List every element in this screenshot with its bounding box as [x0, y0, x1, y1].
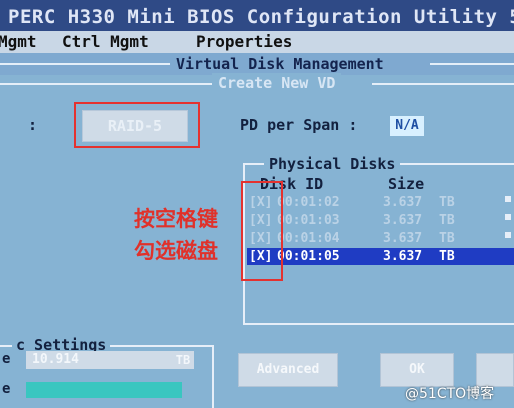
disk-checkbox[interactable]: [X] — [249, 248, 272, 265]
ok-button[interactable]: OK — [380, 353, 454, 387]
disk-size: 3.637 — [383, 231, 423, 246]
disk-size-unit: TB — [439, 213, 455, 228]
cancel-button[interactable] — [476, 353, 514, 387]
vd-name-input[interactable] — [26, 382, 182, 398]
disk-size: 3.637 — [383, 195, 423, 210]
disk-id: 00:01:05 — [277, 249, 340, 264]
disk-size-unit: TB — [439, 231, 455, 246]
vd-size-input[interactable]: 10.914 — [26, 351, 172, 369]
disk-size-unit: TB — [439, 195, 455, 210]
header-rule-right — [430, 63, 514, 65]
annotation-line-2: 勾选磁盘 — [134, 239, 218, 263]
advanced-button[interactable]: Advanced — [238, 353, 338, 387]
section-title: Virtual Disk Management — [170, 53, 390, 75]
disk-id: 00:01:02 — [277, 195, 340, 210]
disk-checkbox[interactable]: [X] — [249, 230, 272, 247]
window-title: PERC H330 Mini BIOS Configuration Utilit… — [8, 6, 514, 28]
create-new-vd-title: Create New VD — [212, 73, 342, 93]
scroll-mark — [505, 196, 511, 202]
size-label: e — [2, 351, 11, 367]
annotation-line-1: 按空格键 — [134, 207, 218, 231]
raid-level-label: : — [28, 116, 38, 134]
column-disk-id: Disk ID — [260, 175, 324, 193]
watermark: @51CTO博客 — [405, 386, 495, 402]
disk-row-selected[interactable]: [X] 00:01:05 3.637 TB — [247, 248, 514, 265]
disk-checkbox[interactable]: [X] — [249, 212, 272, 229]
disk-checkbox[interactable]: [X] — [249, 194, 272, 211]
subheader-rule-left — [0, 83, 212, 85]
menu-bar: Mgmt Ctrl Mgmt Properties — [0, 31, 514, 53]
physical-disks-title: Physical Disks — [264, 154, 401, 174]
name-label: e — [2, 381, 11, 397]
pd-per-span-label: PD per Span : — [240, 116, 358, 134]
disk-size: 3.637 — [383, 249, 423, 264]
menu-item-properties[interactable]: Properties — [196, 31, 292, 53]
disk-size-unit: TB — [439, 249, 455, 264]
scroll-mark — [505, 232, 511, 238]
header-rule-left — [0, 63, 170, 65]
disk-id: 00:01:04 — [277, 231, 340, 246]
disk-row[interactable]: [X] 00:01:03 3.637 TB — [247, 212, 514, 229]
disk-row[interactable]: [X] 00:01:02 3.637 TB — [247, 194, 514, 211]
scrollbar-thumb[interactable] — [500, 250, 514, 264]
menu-item-vd-mgmt[interactable]: Mgmt — [0, 31, 37, 53]
menu-item-ctrl-mgmt[interactable]: Ctrl Mgmt — [62, 31, 149, 53]
scroll-mark — [505, 214, 511, 220]
vd-size-unit: TB — [172, 351, 194, 369]
pd-per-span-value[interactable]: N/A — [390, 116, 424, 136]
raid-level-select[interactable]: RAID-5 — [82, 110, 188, 142]
bios-screen: PERC H330 Mini BIOS Configuration Utilit… — [0, 0, 514, 408]
disk-size: 3.637 — [383, 213, 423, 228]
subheader-rule-right — [372, 83, 514, 85]
disk-id: 00:01:03 — [277, 213, 340, 228]
column-size: Size — [388, 175, 425, 193]
disk-row[interactable]: [X] 00:01:04 3.637 TB — [247, 230, 514, 247]
title-bar: PERC H330 Mini BIOS Configuration Utilit… — [0, 0, 514, 32]
